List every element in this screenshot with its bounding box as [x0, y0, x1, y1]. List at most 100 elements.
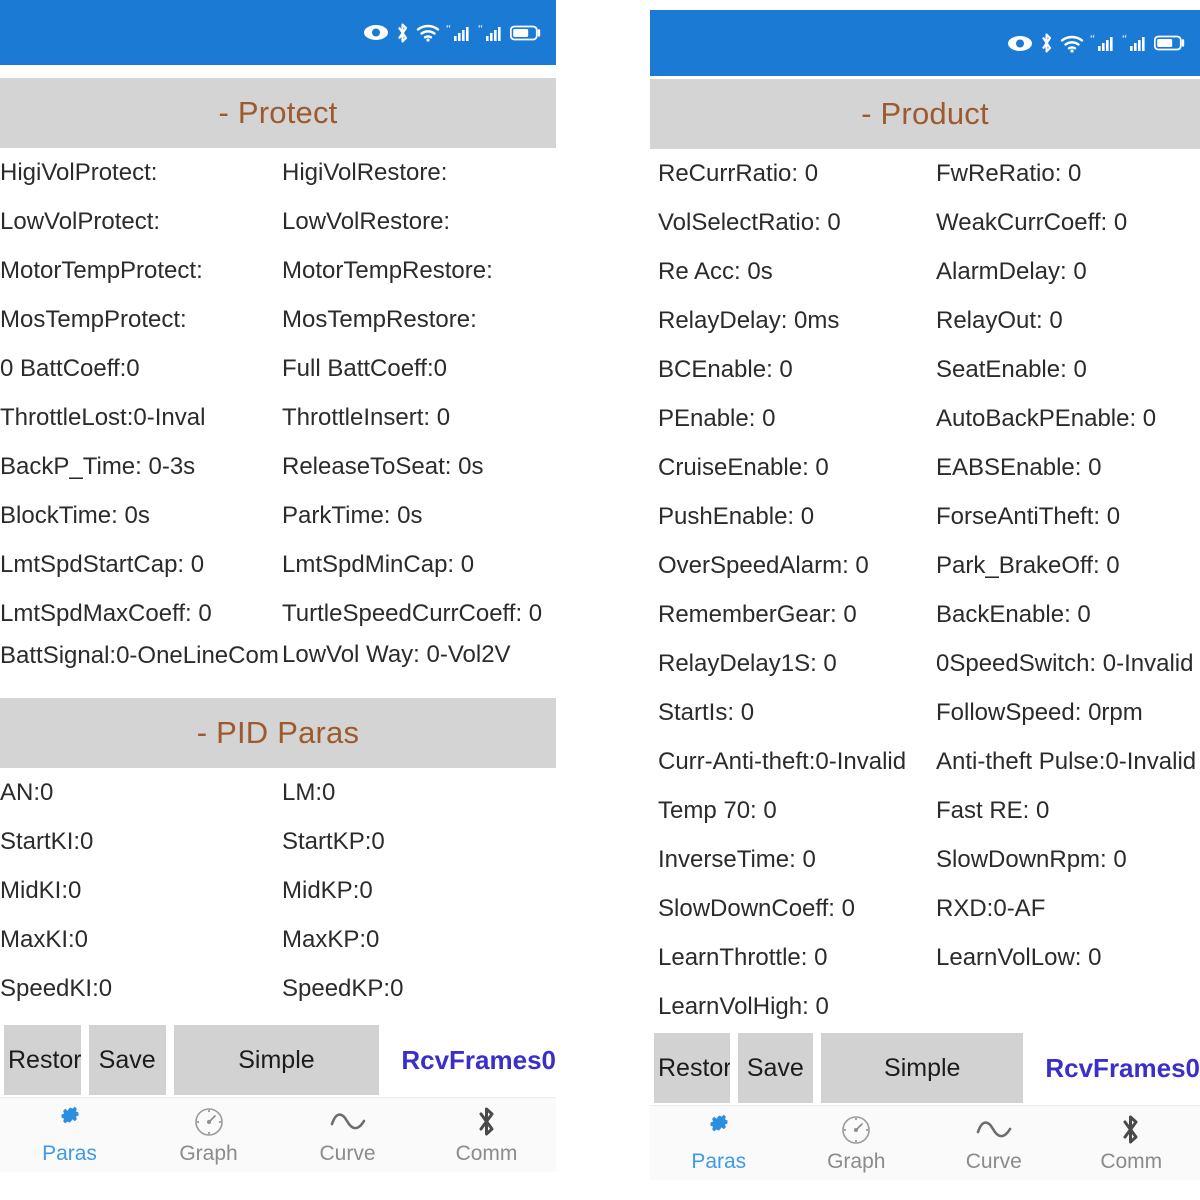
- table-row[interactable]: LmtSpdStartCap: 0 LmtSpdMinCap: 0: [0, 540, 556, 589]
- table-row[interactable]: VolSelectRatio: 0 WeakCurrCoeff: 0: [658, 198, 1200, 247]
- save-button[interactable]: Save: [88, 1025, 166, 1095]
- param-label[interactable]: MotorTempProtect:: [0, 258, 282, 283]
- param-label[interactable]: InverseTime: 0: [658, 847, 936, 872]
- param-label[interactable]: MidKP:0: [282, 878, 556, 903]
- table-row[interactable]: LearnThrottle: 0 LearnVolLow: 0: [658, 933, 1200, 982]
- param-label[interactable]: SlowDownCoeff: 0: [658, 896, 936, 921]
- param-label[interactable]: LmtSpdMinCap: 0: [282, 552, 556, 577]
- table-row[interactable]: PEnable: 0 AutoBackPEnable: 0: [658, 394, 1200, 443]
- table-row[interactable]: SpeedKI:0 SpeedKP:0: [0, 964, 556, 1013]
- param-label[interactable]: Curr-Anti-theft:0-Invalid: [658, 749, 936, 774]
- param-label[interactable]: LowVolProtect:: [0, 209, 282, 234]
- nav-item-curve[interactable]: Curve: [278, 1098, 417, 1172]
- param-label[interactable]: AlarmDelay: 0: [936, 259, 1200, 284]
- table-row[interactable]: CruiseEnable: 0 EABSEnable: 0: [658, 443, 1200, 492]
- table-row[interactable]: MidKI:0 MidKP:0: [0, 866, 556, 915]
- nav-item-graph[interactable]: Graph: [139, 1098, 278, 1172]
- param-label[interactable]: ThrottleLost:0-Inval: [0, 405, 282, 430]
- param-label[interactable]: RememberGear: 0: [658, 602, 936, 627]
- param-label[interactable]: FwReRatio: 0: [936, 161, 1200, 186]
- param-label[interactable]: FollowSpeed: 0rpm: [936, 700, 1200, 725]
- table-row[interactable]: StartKI:0 StartKP:0: [0, 817, 556, 866]
- param-label[interactable]: StartIs: 0: [658, 700, 936, 725]
- param-label[interactable]: SpeedKI:0: [0, 976, 282, 1001]
- table-row[interactable]: Temp 70: 0 Fast RE: 0: [658, 786, 1200, 835]
- table-row[interactable]: BCEnable: 0 SeatEnable: 0: [658, 345, 1200, 394]
- table-row[interactable]: RelayDelay1S: 0 0SpeedSwitch: 0-Invalid: [658, 639, 1200, 688]
- param-label[interactable]: RelayOut: 0: [936, 308, 1200, 333]
- param-label[interactable]: Full BattCoeff:0: [282, 356, 556, 381]
- simple-button[interactable]: Simple: [173, 1025, 380, 1095]
- table-row[interactable]: InverseTime: 0 SlowDownRpm: 0: [658, 835, 1200, 884]
- nav-item-paras[interactable]: Paras: [650, 1106, 788, 1180]
- param-label[interactable]: StartKI:0: [0, 829, 282, 854]
- param-label[interactable]: RXD:0-AF: [936, 896, 1200, 921]
- param-label[interactable]: ParkTime: 0s: [282, 503, 556, 528]
- param-label[interactable]: ThrottleInsert: 0: [282, 405, 556, 430]
- section-header-pid-paras[interactable]: - PID Paras: [0, 698, 556, 768]
- param-label[interactable]: StartKP:0: [282, 829, 556, 854]
- param-label[interactable]: SeatEnable: 0: [936, 357, 1200, 382]
- param-label[interactable]: SpeedKP:0: [282, 976, 556, 1001]
- param-label[interactable]: ReleaseToSeat: 0s: [282, 454, 556, 479]
- param-label[interactable]: AN:0: [0, 780, 282, 805]
- table-row[interactable]: MaxKI:0 MaxKP:0: [0, 915, 556, 964]
- param-label[interactable]: Park_BrakeOff: 0: [936, 553, 1200, 578]
- param-label[interactable]: HigiVolProtect:: [0, 160, 282, 185]
- param-label[interactable]: LmtSpdStartCap: 0: [0, 552, 282, 577]
- param-label[interactable]: LM:0: [282, 780, 556, 805]
- param-label[interactable]: AutoBackPEnable: 0: [936, 406, 1200, 431]
- param-label[interactable]: BlockTime: 0s: [0, 503, 282, 528]
- param-label[interactable]: HigiVolRestore:: [282, 160, 556, 185]
- table-row[interactable]: HigiVolProtect: HigiVolRestore:: [0, 148, 556, 197]
- table-row[interactable]: BlockTime: 0s ParkTime: 0s: [0, 491, 556, 540]
- table-row[interactable]: LowVolProtect: LowVolRestore:: [0, 197, 556, 246]
- param-label[interactable]: ForseAntiTheft: 0: [936, 504, 1200, 529]
- table-row[interactable]: Re Acc: 0s AlarmDelay: 0: [658, 247, 1200, 296]
- param-label[interactable]: OverSpeedAlarm: 0: [658, 553, 936, 578]
- table-row[interactable]: AN:0 LM:0: [0, 768, 556, 817]
- restore-button[interactable]: Restore: [4, 1025, 81, 1095]
- section-header-protect[interactable]: - Protect: [0, 78, 556, 148]
- param-label[interactable]: BCEnable: 0: [658, 357, 936, 382]
- param-label[interactable]: Re Acc: 0s: [658, 259, 936, 284]
- param-label[interactable]: SlowDownRpm: 0: [936, 847, 1200, 872]
- save-button[interactable]: Save: [737, 1033, 814, 1103]
- table-row[interactable]: MotorTempProtect: MotorTempRestore:: [0, 246, 556, 295]
- param-label[interactable]: Fast RE: 0: [936, 798, 1200, 823]
- param-label[interactable]: MotorTempRestore:: [282, 258, 556, 283]
- section-header-product[interactable]: - Product: [650, 79, 1200, 149]
- table-row[interactable]: BattSignal:0-OneLineComm LowVol Way: 0-V…: [0, 638, 556, 698]
- simple-button[interactable]: Simple: [821, 1033, 1024, 1103]
- param-label[interactable]: Temp 70: 0: [658, 798, 936, 823]
- table-row[interactable]: RememberGear: 0 BackEnable: 0: [658, 590, 1200, 639]
- table-row[interactable]: RelayDelay: 0ms RelayOut: 0: [658, 296, 1200, 345]
- restore-button[interactable]: Restore: [654, 1033, 730, 1103]
- table-row[interactable]: SlowDownCoeff: 0 RXD:0-AF: [658, 884, 1200, 933]
- param-label[interactable]: RelayDelay: 0ms: [658, 308, 936, 333]
- table-row[interactable]: ReCurrRatio: 0 FwReRatio: 0: [658, 149, 1200, 198]
- table-row[interactable]: PushEnable: 0 ForseAntiTheft: 0: [658, 492, 1200, 541]
- param-label[interactable]: PEnable: 0: [658, 406, 936, 431]
- param-label[interactable]: CruiseEnable: 0: [658, 455, 936, 480]
- param-label[interactable]: LowVolRestore:: [282, 209, 556, 234]
- nav-item-graph[interactable]: Graph: [788, 1106, 926, 1180]
- param-label[interactable]: MaxKP:0: [282, 927, 556, 952]
- table-row[interactable]: OverSpeedAlarm: 0 Park_BrakeOff: 0: [658, 541, 1200, 590]
- param-label[interactable]: LearnThrottle: 0: [658, 945, 936, 970]
- param-label[interactable]: LowVol Way: 0-Vol2V: [282, 642, 556, 667]
- param-label[interactable]: Anti-theft Pulse:0-Invalid: [936, 749, 1200, 774]
- param-label[interactable]: LmtSpdMaxCoeff: 0: [0, 601, 282, 626]
- param-label[interactable]: MosTempProtect:: [0, 307, 282, 332]
- nav-item-curve[interactable]: Curve: [925, 1106, 1063, 1180]
- param-label[interactable]: WeakCurrCoeff: 0: [936, 210, 1200, 235]
- param-label[interactable]: TurtleSpeedCurrCoeff: 0: [282, 601, 556, 626]
- param-label[interactable]: LearnVolHigh: 0: [658, 994, 936, 1019]
- table-row[interactable]: LearnVolHigh: 0: [658, 982, 1200, 1031]
- table-row[interactable]: MosTempProtect: MosTempRestore:: [0, 295, 556, 344]
- param-label[interactable]: BackEnable: 0: [936, 602, 1200, 627]
- nav-item-comm[interactable]: Comm: [417, 1098, 556, 1172]
- param-label[interactable]: MosTempRestore:: [282, 307, 556, 332]
- nav-item-paras[interactable]: Paras: [0, 1098, 139, 1172]
- param-label[interactable]: BackP_Time: 0-3s: [0, 454, 282, 479]
